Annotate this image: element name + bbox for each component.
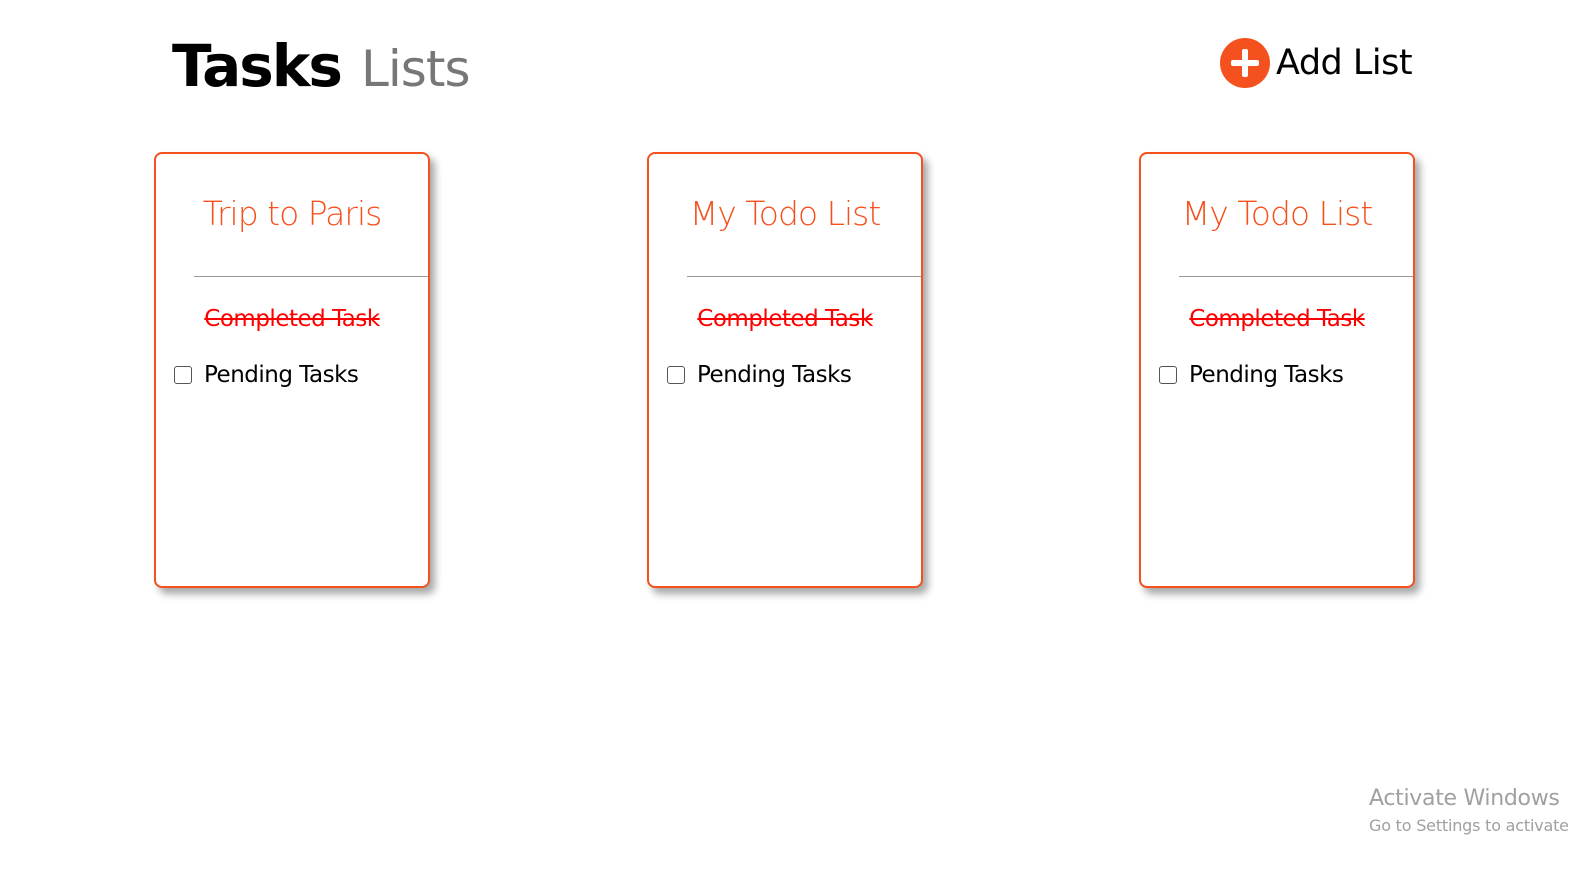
add-list-button[interactable]: Add List — [1220, 38, 1413, 88]
pending-task-label[interactable]: Pending Tasks — [1189, 362, 1344, 388]
task-checkbox[interactable] — [1159, 366, 1177, 384]
plus-circle-icon[interactable] — [1220, 38, 1270, 88]
card-divider — [194, 276, 428, 277]
pending-task-row[interactable]: Pending Tasks — [667, 362, 852, 388]
list-card-title: My Todo List — [1181, 194, 1374, 233]
watermark-subtitle: Go to Settings to activate — [1369, 816, 1569, 835]
card-divider — [687, 276, 921, 277]
list-card: Trip to Paris Completed Task Pending Tas… — [154, 152, 430, 588]
task-checkbox[interactable] — [174, 366, 192, 384]
list-card-title: My Todo List — [689, 194, 882, 233]
activation-watermark: Activate Windows Go to Settings to activ… — [1369, 785, 1569, 839]
list-card: My Todo List Completed Task Pending Task… — [1139, 152, 1415, 588]
task-checkbox[interactable] — [667, 366, 685, 384]
list-card-title: Trip to Paris — [202, 194, 383, 233]
completed-task[interactable]: Completed Task — [649, 306, 921, 332]
page-title-light: Lists — [361, 40, 470, 98]
add-list-label[interactable]: Add List — [1276, 43, 1413, 83]
pending-task-label[interactable]: Pending Tasks — [204, 362, 359, 388]
completed-task[interactable]: Completed Task — [1141, 306, 1413, 332]
watermark-title: Activate Windows — [1369, 786, 1560, 811]
list-card: My Todo List Completed Task Pending Task… — [647, 152, 923, 588]
completed-task[interactable]: Completed Task — [156, 306, 428, 332]
page: Tasks Lists Add List Trip to Paris Compl… — [0, 0, 1592, 895]
page-title: Tasks Lists — [172, 28, 471, 107]
pending-task-row[interactable]: Pending Tasks — [174, 362, 359, 388]
pending-task-row[interactable]: Pending Tasks — [1159, 362, 1344, 388]
pending-task-label[interactable]: Pending Tasks — [697, 362, 852, 388]
card-divider — [1179, 276, 1413, 277]
page-title-strong: Tasks — [172, 32, 343, 100]
